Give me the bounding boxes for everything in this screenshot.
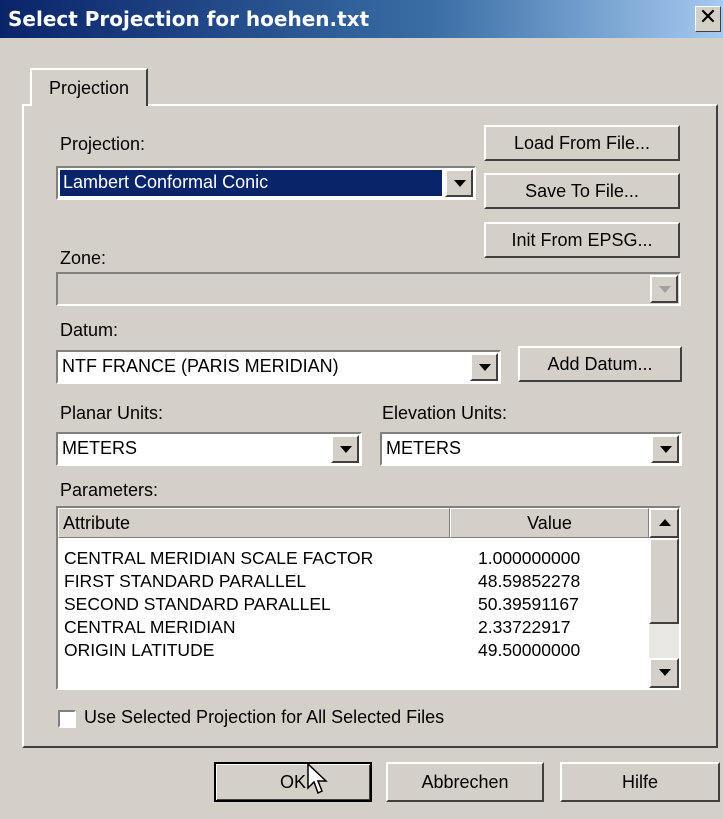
row-attribute: ORIGIN LATITUDE bbox=[64, 640, 215, 660]
tab-projection[interactable]: Projection bbox=[30, 68, 148, 106]
parameters-label: Parameters: bbox=[60, 480, 159, 500]
table-row[interactable]: ORIGIN LATITUDE 49.50000000 bbox=[62, 640, 642, 662]
datum-select[interactable]: NTF FRANCE (PARIS MERIDIAN) bbox=[56, 350, 501, 384]
row-attribute: SECOND STANDARD PARALLEL bbox=[64, 594, 331, 614]
init-from-epsg-button[interactable]: Init From EPSG... bbox=[484, 222, 680, 258]
column-header-value[interactable]: Value bbox=[450, 508, 649, 538]
mouse-pointer-icon bbox=[307, 762, 328, 795]
parameters-list[interactable]: Attribute Value CENTRAL MERIDIAN SCALE F… bbox=[56, 506, 681, 690]
row-attribute: FIRST STANDARD PARALLEL bbox=[64, 571, 307, 591]
chevron-down-icon[interactable] bbox=[651, 435, 679, 463]
elevation-units-value: METERS bbox=[386, 438, 462, 458]
ok-button[interactable]: OK bbox=[214, 762, 372, 802]
planar-units-value: METERS bbox=[62, 438, 138, 458]
table-row[interactable]: FIRST STANDARD PARALLEL 48.59852278 bbox=[62, 571, 642, 593]
use-all-files-label: Use Selected Projection for All Selected… bbox=[84, 707, 445, 727]
chevron-down-icon[interactable] bbox=[470, 353, 498, 381]
zone-select[interactable] bbox=[56, 272, 681, 306]
row-value: 49.50000000 bbox=[478, 640, 581, 660]
projection-value: Lambert Conformal Conic bbox=[60, 170, 442, 196]
window-title: Select Projection for hoehen.txt bbox=[8, 7, 370, 31]
save-to-file-button[interactable]: Save To File... bbox=[484, 173, 680, 209]
load-from-file-button[interactable]: Load From File... bbox=[484, 125, 680, 161]
table-row[interactable]: CENTRAL MERIDIAN SCALE FACTOR 1.00000000… bbox=[62, 548, 642, 570]
scroll-up-button[interactable] bbox=[649, 508, 679, 538]
chevron-down-icon[interactable] bbox=[445, 169, 473, 197]
vertical-scrollbar[interactable] bbox=[649, 508, 679, 688]
elevation-units-label: Elevation Units: bbox=[382, 403, 508, 423]
elevation-units-select[interactable]: METERS bbox=[380, 432, 682, 466]
scroll-thumb[interactable] bbox=[649, 538, 679, 624]
zone-label: Zone: bbox=[60, 248, 107, 268]
datum-value: NTF FRANCE (PARIS MERIDIAN) bbox=[62, 356, 339, 376]
row-attribute: CENTRAL MERIDIAN bbox=[64, 617, 236, 637]
help-button[interactable]: Hilfe bbox=[560, 762, 720, 802]
title-bar[interactable]: Select Projection for hoehen.txt ✕ bbox=[0, 0, 723, 38]
planar-units-label: Planar Units: bbox=[60, 403, 164, 423]
table-row[interactable]: CENTRAL MERIDIAN 2.33722917 bbox=[62, 617, 642, 639]
projection-label: Projection: bbox=[60, 134, 146, 154]
close-icon: ✕ bbox=[698, 5, 718, 30]
add-datum-button[interactable]: Add Datum... bbox=[518, 346, 682, 382]
table-row[interactable]: SECOND STANDARD PARALLEL 50.39591167 bbox=[62, 594, 642, 616]
row-attribute: CENTRAL MERIDIAN SCALE FACTOR bbox=[64, 548, 374, 568]
tab-label: Projection bbox=[48, 78, 130, 98]
column-header-attribute[interactable]: Attribute bbox=[58, 508, 450, 538]
datum-label: Datum: bbox=[60, 320, 119, 340]
row-value: 2.33722917 bbox=[478, 617, 571, 637]
planar-units-select[interactable]: METERS bbox=[56, 432, 362, 466]
scroll-down-button[interactable] bbox=[649, 658, 679, 688]
cancel-button[interactable]: Abbrechen bbox=[386, 762, 544, 802]
row-value: 1.000000000 bbox=[478, 548, 581, 568]
projection-select[interactable]: Lambert Conformal Conic bbox=[56, 166, 476, 200]
use-all-files-checkbox[interactable] bbox=[58, 710, 76, 728]
row-value: 50.39591167 bbox=[478, 594, 579, 614]
close-button[interactable]: ✕ bbox=[695, 6, 721, 32]
chevron-down-icon[interactable] bbox=[331, 435, 359, 463]
row-value: 48.59852278 bbox=[478, 571, 581, 591]
chevron-down-icon[interactable] bbox=[650, 275, 678, 303]
